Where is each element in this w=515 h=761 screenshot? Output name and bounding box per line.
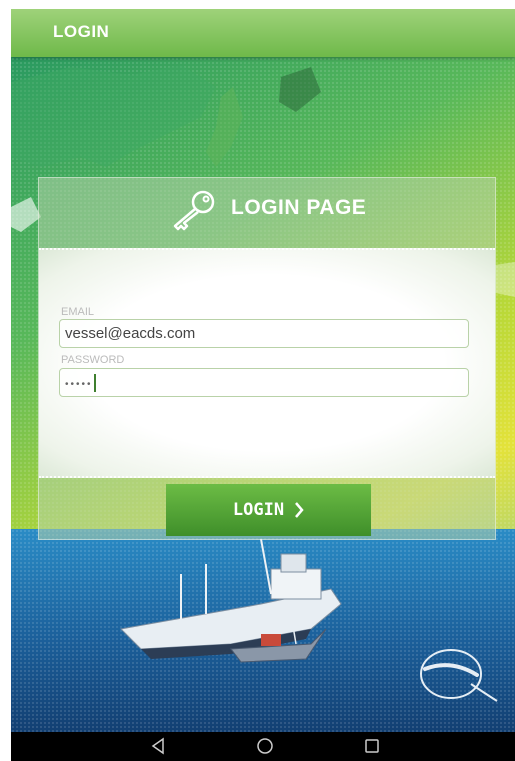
company-logo [420,649,498,702]
email-value: vessel@eacds.com [65,325,196,342]
key-icon [173,190,215,231]
login-card: LOGIN PAGE EMAIL vessel@eacds.com PASSWO… [38,177,496,540]
app-bar: LOGIN [11,9,515,57]
back-triangle-icon[interactable] [149,737,167,755]
email-field[interactable]: vessel@eacds.com [59,319,469,348]
android-navigation-bar [11,732,515,761]
password-field[interactable]: ••••• [59,368,469,397]
recents-square-icon[interactable] [363,737,381,755]
email-label: EMAIL [61,306,95,318]
login-form-panel: EMAIL vessel@eacds.com PASSWORD ••••• [39,248,495,478]
login-page-title: LOGIN PAGE [231,196,367,219]
login-button[interactable]: LOGIN [166,484,371,536]
text-caret [93,374,96,393]
app-screen: LOGIN LOGIN PAGE EMAIL vessel@eacds.com … [11,9,515,761]
app-bar-title: LOGIN [53,22,110,41]
password-masked-value: ••••• [65,379,93,390]
fishing-vessel-illustration [119,538,342,663]
chevron-right-icon [295,502,304,518]
password-label: PASSWORD [61,354,125,366]
login-button-label: LOGIN [232,500,285,520]
login-card-header: LOGIN PAGE [39,178,495,248]
home-circle-icon[interactable] [256,737,274,755]
